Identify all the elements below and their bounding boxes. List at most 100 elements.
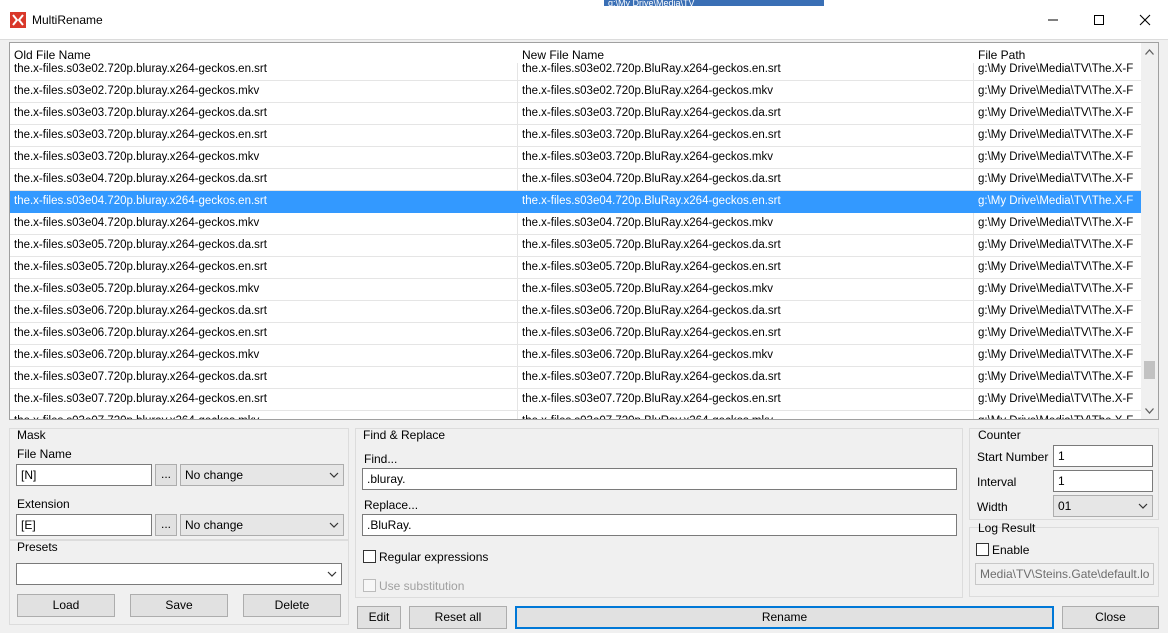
log-file-path-input[interactable] — [975, 563, 1154, 585]
table-row[interactable]: the.x-files.s03e05.720p.bluray.x264-geck… — [10, 257, 1141, 279]
file-name-case-select[interactable]: No change — [180, 464, 344, 486]
close-button[interactable]: Close — [1062, 606, 1159, 629]
table-row[interactable]: the.x-files.s03e05.720p.bluray.x264-geck… — [10, 235, 1141, 257]
grid-scrollbar[interactable] — [1141, 43, 1158, 419]
log-result-group — [969, 527, 1159, 597]
new-file-name-cell: the.x-files.s03e03.720p.BluRay.x264-geck… — [518, 103, 974, 125]
close-window-button[interactable] — [1122, 0, 1168, 40]
new-file-name-cell: the.x-files.s03e07.720p.BluRay.x264-geck… — [518, 389, 974, 411]
table-row[interactable]: the.x-files.s03e07.720p.bluray.x264-geck… — [10, 389, 1141, 411]
file-grid[interactable]: the.x-files.s03e02.720p.bluray.x264-geck… — [9, 42, 1159, 420]
column-header-file-path[interactable]: File Path — [974, 43, 1141, 63]
grid-header: Old File Name New File Name File Path — [10, 43, 1141, 63]
substitution-checkbox[interactable] — [363, 579, 376, 592]
file-path-cell: g:\My Drive\Media\TV\The.X-F — [978, 327, 1134, 339]
new-file-name-cell: the.x-files.s03e04.720p.BluRay.x264-geck… — [518, 213, 974, 235]
old-file-name-cell: the.x-files.s03e07.720p.bluray.x264-geck… — [10, 411, 518, 419]
new-file-name-cell: the.x-files.s03e05.720p.BluRay.x264-geck… — [518, 257, 974, 279]
old-file-name-cell: the.x-files.s03e04.720p.bluray.x264-geck… — [10, 191, 518, 213]
extension-mask-input[interactable] — [16, 514, 152, 536]
table-row[interactable]: the.x-files.s03e06.720p.bluray.x264-geck… — [10, 323, 1141, 345]
table-row[interactable]: the.x-files.s03e06.720p.bluray.x264-geck… — [10, 301, 1141, 323]
reset-all-button[interactable]: Reset all — [409, 606, 507, 629]
close-icon — [1139, 14, 1151, 26]
table-row[interactable]: the.x-files.s03e05.720p.bluray.x264-geck… — [10, 279, 1141, 301]
chevron-down-icon — [1138, 503, 1148, 509]
regex-checkbox[interactable] — [363, 550, 376, 563]
column-header-new-name[interactable]: New File Name — [518, 43, 974, 63]
chevron-down-icon — [329, 522, 339, 528]
log-enable-checkbox[interactable] — [976, 543, 989, 556]
file-path-cell: g:\My Drive\Media\TV\The.X-F — [978, 129, 1134, 141]
old-file-name-cell: the.x-files.s03e04.720p.bluray.x264-geck… — [10, 169, 518, 191]
substitution-label: Use substitution — [379, 579, 465, 593]
file-name-mask-input[interactable] — [16, 464, 152, 486]
table-row[interactable]: the.x-files.s03e06.720p.bluray.x264-geck… — [10, 345, 1141, 367]
chevron-down-icon — [327, 571, 337, 577]
table-row[interactable]: the.x-files.s03e03.720p.bluray.x264-geck… — [10, 103, 1141, 125]
old-file-name-cell: the.x-files.s03e05.720p.bluray.x264-geck… — [10, 257, 518, 279]
replace-input[interactable] — [362, 514, 957, 536]
scroll-up-arrow[interactable] — [1141, 43, 1158, 60]
old-file-name-cell: the.x-files.s03e02.720p.bluray.x264-geck… — [10, 81, 518, 103]
old-file-name-cell: the.x-files.s03e03.720p.bluray.x264-geck… — [10, 125, 518, 147]
chevron-down-icon — [1145, 407, 1154, 414]
title-bar: g:\My Drive\Media\TV MultiRename — [0, 0, 1168, 40]
maximize-button[interactable] — [1076, 0, 1122, 40]
new-file-name-cell: the.x-files.s03e05.720p.BluRay.x264-geck… — [518, 279, 974, 301]
file-path-cell: g:\My Drive\Media\TV\The.X-F — [978, 173, 1134, 185]
new-file-name-cell: the.x-files.s03e06.720p.BluRay.x264-geck… — [518, 301, 974, 323]
start-number-label: Start Number — [977, 450, 1049, 464]
find-replace-title: Find & Replace — [363, 428, 446, 442]
file-name-mask-button[interactable]: ... — [155, 464, 177, 486]
table-row[interactable]: the.x-files.s03e03.720p.bluray.x264-geck… — [10, 125, 1141, 147]
edit-button[interactable]: Edit — [357, 606, 401, 629]
minimize-button[interactable] — [1030, 0, 1076, 40]
scroll-down-arrow[interactable] — [1141, 402, 1158, 419]
interval-label: Interval — [977, 475, 1017, 489]
maximize-icon — [1094, 15, 1104, 25]
delete-preset-button[interactable]: Delete — [243, 594, 341, 617]
log-enable-label: Enable — [992, 543, 1030, 557]
start-number-input[interactable] — [1053, 445, 1153, 467]
counter-title: Counter — [978, 428, 1021, 442]
presets-select[interactable] — [16, 563, 342, 585]
table-row[interactable]: the.x-files.s03e02.720p.bluray.x264-geck… — [10, 81, 1141, 103]
old-file-name-cell: the.x-files.s03e05.720p.bluray.x264-geck… — [10, 279, 518, 301]
table-row[interactable]: the.x-files.s03e07.720p.bluray.x264-geck… — [10, 367, 1141, 389]
new-file-name-cell: the.x-files.s03e04.720p.BluRay.x264-geck… — [518, 169, 974, 191]
background-window-path: g:\My Drive\Media\TV — [604, 0, 824, 6]
width-select[interactable]: 01 — [1053, 495, 1153, 517]
file-path-cell: g:\My Drive\Media\TV\The.X-F — [978, 151, 1134, 163]
extension-label: Extension — [17, 497, 70, 511]
load-preset-button[interactable]: Load — [17, 594, 115, 617]
table-row[interactable]: the.x-files.s03e03.720p.bluray.x264-geck… — [10, 147, 1141, 169]
interval-input[interactable] — [1053, 470, 1153, 492]
file-path-cell: g:\My Drive\Media\TV\The.X-F — [974, 411, 1141, 419]
file-name-case-value: No change — [185, 468, 244, 482]
table-row[interactable]: the.x-files.s03e04.720p.bluray.x264-geck… — [10, 191, 1141, 213]
old-file-name-cell: the.x-files.s03e04.720p.bluray.x264-geck… — [10, 213, 518, 235]
table-row[interactable]: the.x-files.s03e07.720p.bluray.x264-geck… — [10, 411, 1141, 419]
width-value: 01 — [1058, 499, 1072, 513]
old-file-name-cell: the.x-files.s03e05.720p.bluray.x264-geck… — [10, 235, 518, 257]
old-file-name-cell: the.x-files.s03e03.720p.bluray.x264-geck… — [10, 147, 518, 169]
file-path-cell: g:\My Drive\Media\TV\The.X-F — [978, 371, 1134, 383]
log-result-title: Log Result — [978, 521, 1036, 535]
column-header-old-name[interactable]: Old File Name — [10, 43, 518, 63]
table-row[interactable]: the.x-files.s03e04.720p.bluray.x264-geck… — [10, 169, 1141, 191]
extension-mask-button[interactable]: ... — [155, 514, 177, 536]
old-file-name-cell: the.x-files.s03e07.720p.bluray.x264-geck… — [10, 367, 518, 389]
table-row[interactable]: the.x-files.s03e04.720p.bluray.x264-geck… — [10, 213, 1141, 235]
file-path-cell: g:\My Drive\Media\TV\The.X-F — [978, 349, 1134, 361]
scroll-thumb[interactable] — [1144, 361, 1155, 379]
find-input[interactable] — [362, 468, 957, 490]
new-file-name-cell: the.x-files.s03e04.720p.BluRay.x264-geck… — [518, 191, 974, 213]
file-name-label: File Name — [17, 447, 72, 461]
extension-case-select[interactable]: No change — [180, 514, 344, 536]
file-path-cell: g:\My Drive\Media\TV\The.X-F — [978, 283, 1134, 295]
save-preset-button[interactable]: Save — [130, 594, 228, 617]
grid-body: the.x-files.s03e02.720p.bluray.x264-geck… — [10, 43, 1141, 419]
rename-button[interactable]: Rename — [515, 606, 1054, 629]
find-label: Find... — [364, 452, 398, 466]
